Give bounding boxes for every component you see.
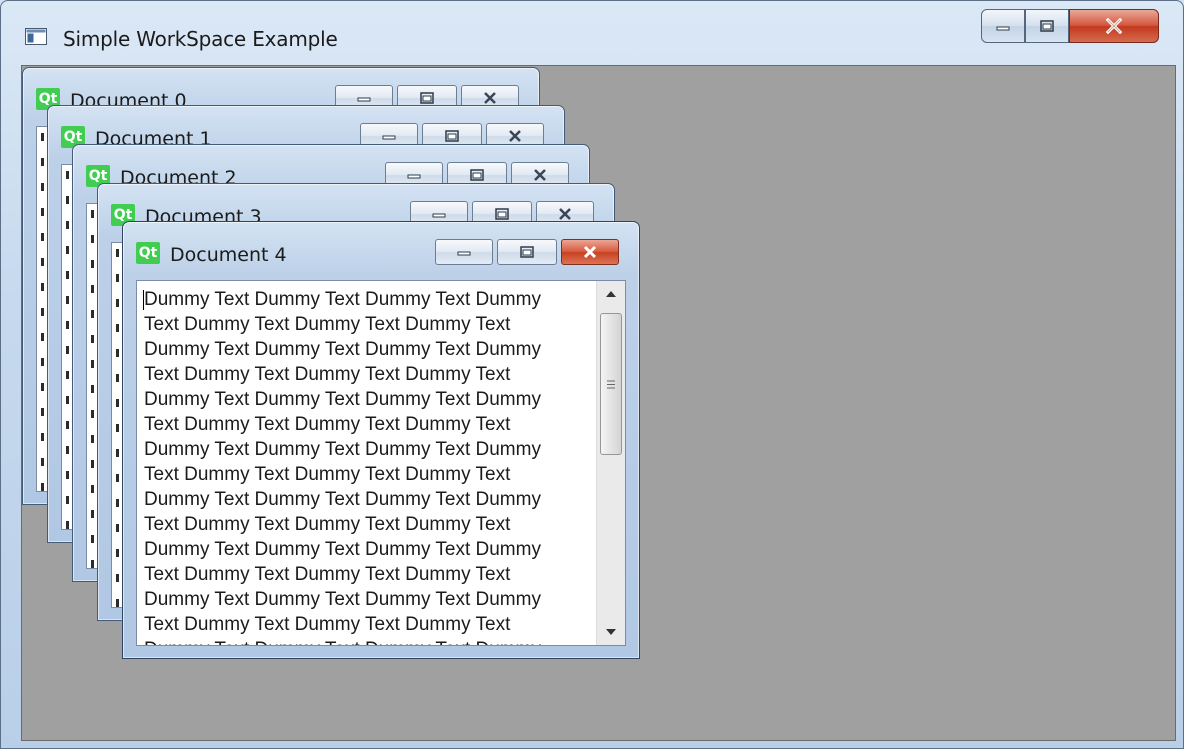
text-line: Text Dummy Text Dummy Text Dummy Text — [144, 364, 511, 385]
minimize-icon — [457, 251, 471, 256]
minimize-icon — [407, 174, 421, 179]
main-window: Simple WorkSpace Example Qt Document 0 Q… — [0, 0, 1184, 749]
text-line: Text Dummy Text Dummy Text Dummy Text — [144, 314, 511, 335]
text-fragment — [116, 249, 119, 607]
text-line: Dummy Text Dummy Text Dummy Text Dummy — [144, 389, 541, 410]
maximize-icon — [1040, 20, 1054, 32]
close-icon — [583, 245, 597, 259]
scroll-up-button[interactable] — [597, 283, 625, 305]
scroll-down-button[interactable] — [597, 621, 625, 643]
document-title: Document 4 — [170, 244, 287, 266]
close-icon — [1105, 18, 1123, 34]
maximize-icon — [445, 130, 459, 142]
text-line: Text Dummy Text Dummy Text Dummy Text — [144, 564, 511, 585]
maximize-icon — [420, 92, 434, 104]
maximize-icon — [495, 208, 509, 220]
scroll-up-arrow-icon — [606, 291, 616, 297]
text-line: Dummy Text Dummy Text Dummy Text Dummy — [144, 489, 541, 510]
qt-logo-icon: Qt — [136, 242, 160, 264]
text-line: Text Dummy Text Dummy Text Dummy Text — [144, 614, 511, 635]
document-caption-buttons — [435, 239, 619, 265]
text-line: Dummy Text Dummy Text Dummy Text Dummy — [144, 339, 541, 360]
close-icon — [559, 208, 571, 220]
vertical-scrollbar[interactable] — [596, 281, 625, 645]
scroll-down-arrow-icon — [606, 629, 616, 635]
close-icon — [484, 92, 496, 104]
window-title: Simple WorkSpace Example — [63, 27, 338, 51]
document-text[interactable]: Dummy Text Dummy Text Dummy Text Dummy T… — [144, 287, 584, 645]
text-line: Dummy Text Dummy Text Dummy Text Dummy — [144, 637, 584, 645]
minimize-icon — [382, 135, 396, 140]
close-button[interactable] — [1069, 9, 1159, 43]
minimize-icon — [432, 213, 446, 218]
text-line: Dummy Text Dummy Text Dummy Text Dummy — [144, 589, 541, 610]
grip-icon — [607, 380, 615, 388]
text-line: Dummy Text Dummy Text Dummy Text Dummy — [144, 439, 541, 460]
document-maximize-button[interactable] — [497, 239, 557, 265]
text-line: Dummy Text Dummy Text Dummy Text Dummy — [144, 289, 541, 310]
text-fragment — [41, 133, 44, 491]
text-line: Text Dummy Text Dummy Text Dummy Text — [144, 414, 511, 435]
text-line: Text Dummy Text Dummy Text Dummy Text — [144, 464, 511, 485]
close-icon — [509, 130, 521, 142]
minimize-icon — [996, 26, 1010, 31]
minimize-icon — [357, 97, 371, 102]
maximize-icon — [520, 246, 534, 258]
window-caption-buttons — [981, 9, 1159, 45]
text-line: Text Dummy Text Dummy Text Dummy Text — [144, 514, 511, 535]
document-text-area[interactable]: Dummy Text Dummy Text Dummy Text Dummy T… — [136, 280, 626, 646]
text-line: Dummy Text Dummy Text Dummy Text Dummy — [144, 539, 541, 560]
scrollbar-thumb[interactable] — [600, 313, 622, 455]
text-fragment — [66, 171, 69, 529]
maximize-icon — [470, 169, 484, 181]
text-fragment — [91, 210, 94, 568]
close-icon — [534, 169, 546, 181]
document-window-4[interactable]: Qt Document 4 Dummy Text Dummy Text Dumm… — [122, 221, 640, 659]
document-close-button[interactable] — [561, 239, 619, 265]
maximize-button[interactable] — [1025, 9, 1069, 43]
app-window-icon — [25, 28, 47, 45]
minimize-button[interactable] — [981, 9, 1025, 43]
document-minimize-button[interactable] — [435, 239, 493, 265]
text-cursor — [143, 290, 144, 310]
